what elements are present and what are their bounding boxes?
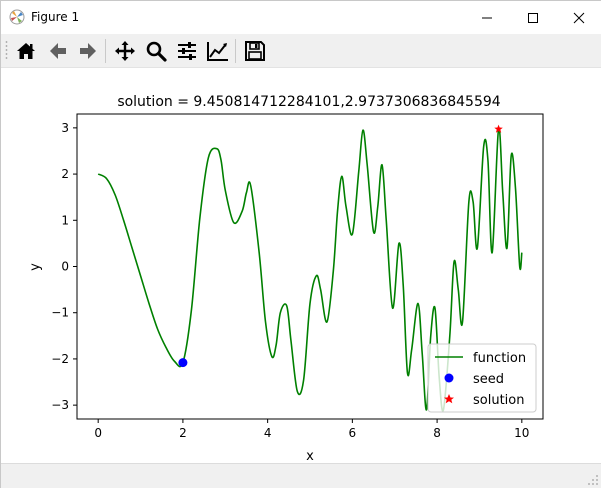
zoom-button[interactable] <box>143 38 169 64</box>
maximize-icon <box>528 12 538 23</box>
pan-button[interactable] <box>112 38 138 64</box>
pan-icon <box>115 41 135 61</box>
save-button[interactable] <box>242 38 268 64</box>
x-tick-label: 2 <box>179 426 187 440</box>
y-axis-label: y <box>28 263 43 271</box>
save-icon <box>245 41 265 61</box>
x-axis-ticks: 0 2 4 6 8 10 <box>94 419 529 440</box>
seed-marker <box>178 358 188 368</box>
home-icon <box>17 43 35 59</box>
y-tick-label: −1 <box>51 306 69 320</box>
x-tick-label: 4 <box>264 426 272 440</box>
x-tick-label: 0 <box>94 426 102 440</box>
y-tick-label: 2 <box>61 167 69 181</box>
minimize-button[interactable] <box>464 1 510 34</box>
configure-subplots-button[interactable] <box>174 38 200 64</box>
chart-title: solution = 9.450814712284101,2.973730683… <box>117 94 500 110</box>
forward-button[interactable] <box>75 38 101 64</box>
close-button[interactable] <box>556 1 601 34</box>
configure-subplots-icon <box>178 42 196 60</box>
matplotlib-app-icon <box>9 9 25 25</box>
resize-grip-icon[interactable] <box>587 474 599 486</box>
close-icon <box>573 12 585 23</box>
figure-window: Figure 1 solution = 9.450814712284101,2.… <box>0 0 601 488</box>
x-tick-label: 8 <box>433 426 441 440</box>
x-tick-label: 10 <box>514 426 529 440</box>
y-tick-label: 3 <box>61 121 69 135</box>
x-tick-label: 6 <box>349 426 357 440</box>
maximize-button[interactable] <box>510 1 556 34</box>
plot-figure: solution = 9.450814712284101,2.973730683… <box>28 94 544 464</box>
status-bar <box>1 463 601 488</box>
zoom-icon <box>146 41 167 62</box>
legend-seed-label: seed <box>473 372 504 387</box>
back-button[interactable] <box>45 38 71 64</box>
y-tick-label: −3 <box>51 398 69 412</box>
toolbar-separator <box>105 39 106 63</box>
edit-axis-button[interactable] <box>205 38 231 64</box>
minimize-icon <box>482 17 492 18</box>
home-button[interactable] <box>13 38 39 64</box>
legend-solution-label: solution <box>473 393 524 408</box>
y-tick-label: −2 <box>51 352 69 366</box>
legend-function-label: function <box>473 351 526 366</box>
toolbar-separator <box>235 39 236 63</box>
back-arrow-icon <box>50 43 66 59</box>
y-tick-label: 0 <box>61 260 69 274</box>
legend-seed-swatch <box>444 373 454 383</box>
navigation-toolbar <box>1 34 601 68</box>
forward-arrow-icon <box>80 43 96 59</box>
window-title: Figure 1 <box>31 10 80 24</box>
figure-canvas[interactable]: solution = 9.450814712284101,2.973730683… <box>1 68 601 464</box>
toolbar-grip-icon <box>5 41 8 59</box>
y-tick-label: 1 <box>61 213 69 227</box>
y-axis-ticks: −3 −2 −1 0 1 2 3 <box>51 121 77 412</box>
legend: function seed solution <box>427 343 537 413</box>
edit-axis-icon <box>207 42 228 61</box>
title-bar[interactable]: Figure 1 <box>1 1 601 34</box>
x-axis-label: x <box>306 449 314 463</box>
